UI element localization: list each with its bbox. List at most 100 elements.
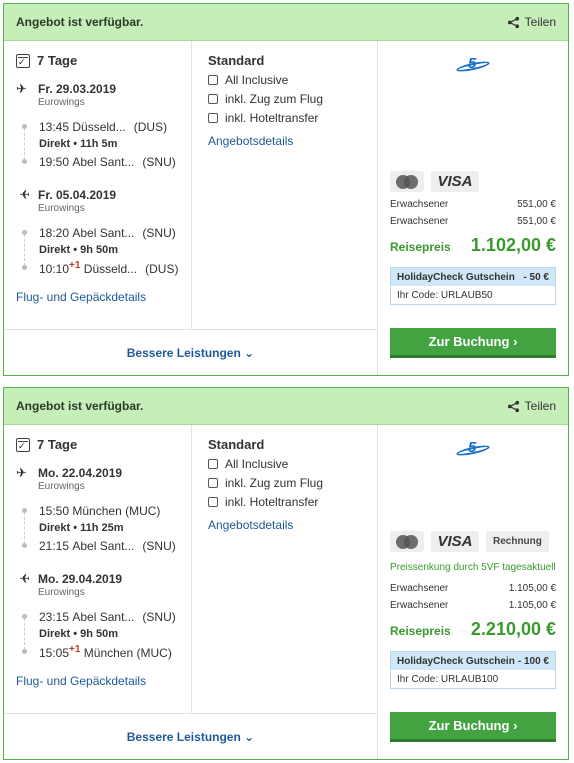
dep-city: Abel Sant...: [72, 225, 135, 240]
invoice-badge: Rechnung: [486, 531, 549, 552]
dep-code: (SNU): [142, 609, 176, 624]
voucher-amount: - 100 €: [517, 655, 549, 667]
payment-methods: VISA Rechnung: [390, 531, 549, 552]
arr-city: München: [83, 645, 134, 660]
train-icon: [208, 478, 218, 488]
leg-date: Fr. 05.04.2019: [38, 188, 117, 202]
flight-details-link[interactable]: Flug- und Gepäckdetails: [16, 290, 146, 304]
leg-carrier: Eurowings: [38, 481, 85, 492]
tour-operator-logo: 5: [455, 55, 491, 77]
duration: 7 Tage: [37, 437, 78, 452]
visa-icon: VISA: [431, 531, 479, 552]
flight-column: 7 Tage ✈ Fr. 29.03.2019 Eurowings 13:45 …: [4, 41, 192, 329]
outbound-leg: ✈ Fr. 29.03.2019 Eurowings 13:45 Düsseld…: [16, 81, 176, 169]
price-breakdown: Erwachsener 1.105,00 € Erwachsener 1.105,0…: [390, 583, 556, 640]
direct-label: Direkt: [39, 522, 71, 534]
price-label: Erwachsener: [390, 583, 449, 594]
arr-city: Abel Sant...: [72, 154, 135, 169]
voucher-box: HolidayCheck Gutschein - 50 € Ihr Code: U…: [390, 267, 556, 305]
price-column: 5 VISA Rechnung Preissenkung durch 5VF t…: [378, 425, 568, 759]
price-value: 551,00 €: [517, 216, 556, 227]
bus-icon: [208, 497, 218, 507]
book-button[interactable]: Zur Buchung ›: [390, 712, 556, 742]
arr-code: (DUS): [145, 261, 179, 276]
arr-code: (SNU): [142, 538, 176, 553]
board-title: Standard: [208, 53, 265, 68]
offer-details-link[interactable]: Angebotsdetails: [208, 134, 293, 148]
outbound-leg: ✈ Mo. 22.04.2019 Eurowings 15:50 München…: [16, 465, 176, 553]
payment-methods: VISA: [390, 171, 479, 192]
offer-details-link[interactable]: Angebotsdetails: [208, 518, 293, 532]
board-column: Standard All Inclusive inkl. Zug zum Flu…: [192, 425, 378, 713]
price-label: Erwachsener: [390, 216, 449, 227]
tour-operator-logo: 5: [455, 439, 491, 461]
dep-time: 18:20: [39, 225, 70, 240]
arr-time: 19:50: [39, 154, 70, 169]
total-price: 2.210,00 €: [470, 619, 556, 639]
feature-item: inkl. Zug zum Flug: [225, 476, 324, 490]
offer-header: Angebot ist verfügbar. Teilen: [4, 388, 568, 425]
voucher-box: HolidayCheck Gutschein - 100 € Ihr Code: …: [390, 651, 556, 689]
feature-item: inkl. Hoteltransfer: [225, 495, 319, 509]
total-label: Reisepreis: [390, 240, 451, 254]
flight-time: 9h 50m: [80, 628, 119, 640]
chevron-right-icon: ›: [513, 718, 518, 733]
calendar-icon: [16, 437, 30, 452]
direct-label: Direkt: [39, 138, 71, 150]
flight-details-link[interactable]: Flug- und Gepäckdetails: [16, 674, 146, 688]
feature-item: All Inclusive: [225, 457, 289, 471]
availability-text: Angebot ist verfügbar.: [16, 15, 144, 29]
return-leg: ✈ Fr. 05.04.2019 Eurowings 18:20 Abel Sa…: [16, 187, 191, 276]
voucher-code: Ihr Code: URLAUB100: [391, 670, 555, 688]
duration: 7 Tage: [37, 53, 78, 68]
flight-time: 11h 25m: [80, 522, 124, 534]
bus-icon: [208, 113, 218, 123]
leg-carrier: Eurowings: [38, 97, 85, 108]
book-button[interactable]: Zur Buchung ›: [390, 328, 556, 358]
mastercard-icon: [390, 171, 424, 192]
leg-date: Mo. 22.04.2019: [38, 466, 123, 480]
voucher-title: HolidayCheck Gutschein: [397, 655, 515, 667]
feature-item: inkl. Zug zum Flug: [225, 92, 324, 106]
chevron-down-icon: ⌄: [244, 729, 255, 744]
price-label: Erwachsener: [390, 199, 449, 210]
more-services-row: Bessere Leistungen ⌄: [4, 713, 378, 759]
plane-arrive-icon: ✈: [19, 187, 30, 202]
dep-code: (SNU): [142, 225, 176, 240]
arr-code: (SNU): [142, 154, 176, 169]
price-value: 1.105,00 €: [508, 600, 556, 611]
share-button[interactable]: Teilen: [507, 399, 556, 413]
more-services-link[interactable]: Bessere Leistungen ⌄: [127, 730, 254, 744]
share-icon: [507, 400, 519, 412]
calendar-icon: [16, 53, 30, 68]
arr-time: 10:10: [39, 261, 70, 276]
feature-item: inkl. Hoteltransfer: [225, 111, 319, 125]
promo-text: Preissenkung durch 5VF tagesaktuell: [390, 562, 556, 573]
arr-city: Düsseld...: [83, 261, 138, 276]
flight-time: 11h 5m: [80, 138, 118, 150]
mastercard-icon: [390, 531, 424, 552]
arr-time: 21:15: [39, 538, 70, 553]
price-value: 551,00 €: [517, 199, 556, 210]
plane-arrive-icon: ✈: [19, 571, 30, 586]
more-services-link[interactable]: Bessere Leistungen ⌄: [127, 346, 254, 360]
dep-time: 23:15: [39, 609, 70, 624]
direct-label: Direkt: [39, 244, 71, 256]
share-button[interactable]: Teilen: [507, 15, 556, 29]
meal-icon: [208, 75, 218, 85]
board-title: Standard: [208, 437, 265, 452]
dep-time: 13:45: [39, 119, 70, 134]
price-breakdown: Erwachsener 551,00 € Erwachsener 551,00 € …: [390, 199, 556, 256]
leg-date: Mo. 29.04.2019: [38, 572, 123, 586]
voucher-title: HolidayCheck Gutschein: [397, 271, 515, 283]
total-label: Reisepreis: [390, 624, 451, 638]
board-column: Standard All Inclusive inkl. Zug zum Flu…: [192, 41, 378, 329]
dep-city: Abel Sant...: [72, 609, 135, 624]
offer-card: Angebot ist verfügbar. Teilen 7 Tage ✈ M…: [3, 387, 569, 760]
plane-depart-icon: ✈: [16, 465, 27, 480]
train-icon: [208, 94, 218, 104]
dep-code: (MUC): [125, 503, 161, 518]
flight-time: 9h 50m: [80, 244, 119, 256]
share-icon: [507, 16, 519, 28]
offer-card: Angebot ist verfügbar. Teilen 7 Tage ✈ F…: [3, 3, 569, 376]
